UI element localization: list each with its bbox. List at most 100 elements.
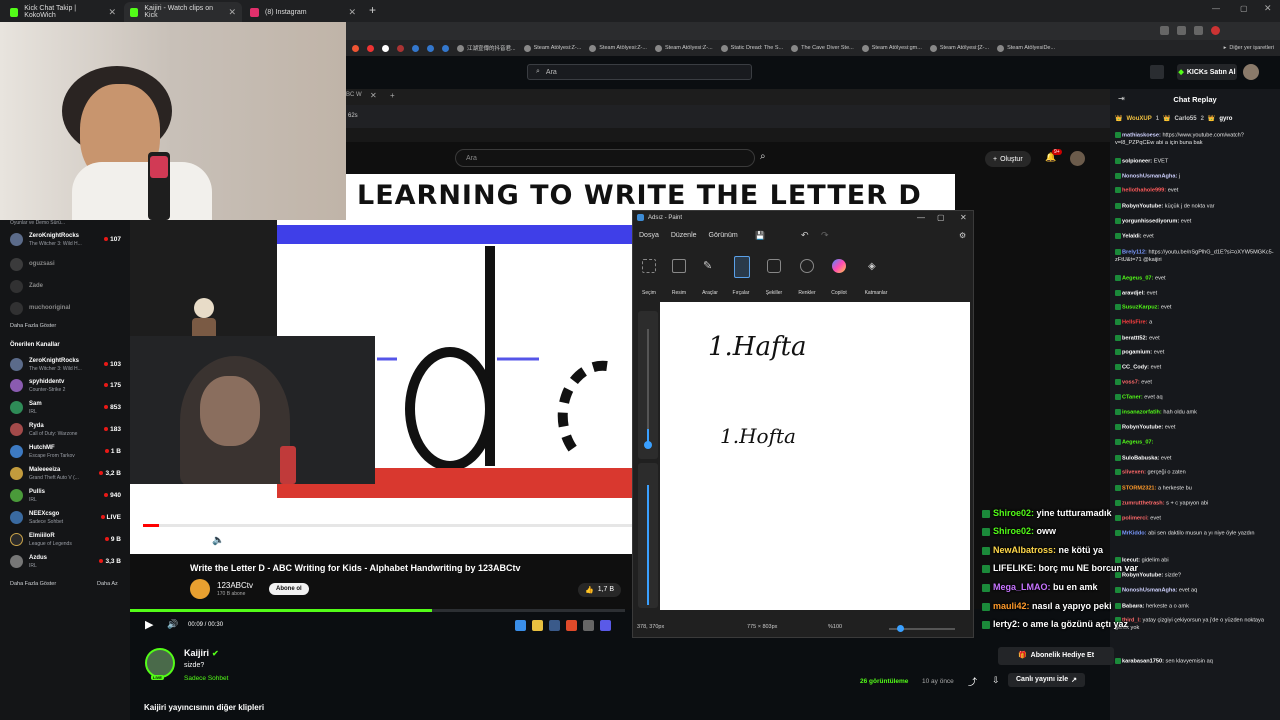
bookmark-icon[interactable]	[367, 44, 374, 52]
chat-username[interactable]: berattt52:	[1122, 335, 1148, 341]
download-icon[interactable]: ⇩	[992, 675, 1000, 686]
streamer-avatar[interactable]	[145, 648, 175, 678]
shapes-icon[interactable]	[767, 259, 781, 273]
chat-username[interactable]: SuloBabuska:	[1122, 455, 1159, 461]
zoom-level[interactable]: %100	[828, 624, 842, 630]
paint-canvas[interactable]: 1.Hafta 1.Hofta	[660, 302, 970, 610]
video-progress-bar[interactable]	[143, 524, 632, 527]
new-tab-button[interactable]: +	[390, 91, 395, 100]
steam-icon[interactable]	[549, 619, 560, 631]
bookmark-item[interactable]: Steam Atölyesi:[Z-...	[929, 44, 989, 52]
chat-username[interactable]: aravdjel:	[1122, 290, 1145, 296]
close-icon[interactable]: ✕	[228, 7, 236, 18]
close-icon[interactable]: ✕	[348, 7, 356, 18]
show-more-link[interactable]: Daha Fazla Göster	[10, 323, 56, 329]
play-icon[interactable]: ▶	[145, 618, 153, 631]
opacity-slider[interactable]	[647, 485, 649, 605]
bookmark-item[interactable]: Steam AtölyesiDe...	[997, 44, 1055, 52]
settings-icon[interactable]: ⚙	[959, 231, 966, 240]
show-less-link[interactable]: Daha Az	[97, 581, 118, 587]
chat-username[interactable]: karabasan1750:	[1122, 658, 1164, 664]
extension-icon[interactable]	[1177, 26, 1186, 35]
bookmark-icon[interactable]	[427, 44, 434, 52]
chat-username[interactable]: MrKiddo:	[1122, 530, 1147, 536]
chat-username[interactable]: STORM2321:	[1122, 485, 1156, 491]
channel-name[interactable]: 123ABCtv	[217, 581, 253, 590]
close-icon[interactable]: ✕	[960, 213, 967, 222]
kick-search-input[interactable]: ⌕ Ara	[527, 64, 752, 80]
tools-icon[interactable]: ✎	[703, 259, 717, 273]
sidebar-channel[interactable]: Maleeeeiza Grand Theft Auto V (... 3,2 B	[10, 465, 125, 485]
sidebar-channel[interactable]: muchooriginal	[10, 300, 125, 320]
tab-kaijiri[interactable]: Kaijiri - Watch clips on Kick ✕	[124, 2, 242, 22]
bookmark-icon[interactable]	[397, 44, 404, 52]
extension-icon[interactable]	[1160, 26, 1169, 35]
subscribe-button[interactable]: Abone ol	[269, 583, 309, 595]
other-bookmarks[interactable]: ▸ Diğer yer işaretleri	[1224, 45, 1280, 51]
channel-avatar[interactable]	[190, 579, 210, 599]
sidebar-channel[interactable]: NEEXcsgo Sadece Sohbet LIVE	[10, 509, 125, 529]
maximize-icon[interactable]: ▢	[937, 213, 945, 222]
chat-username[interactable]: hellothahole999:	[1122, 187, 1166, 193]
sidebar-channel[interactable]: Zade	[10, 278, 125, 298]
chat-username[interactable]: voss7:	[1122, 379, 1140, 385]
new-tab-button[interactable]: +	[369, 3, 376, 17]
menu-view[interactable]: Görünüm	[709, 232, 738, 239]
bookmark-icon[interactable]	[442, 44, 449, 52]
streamer-name[interactable]: Kaijiri	[184, 648, 209, 658]
save-icon[interactable]: 💾	[755, 231, 765, 240]
minimize-icon[interactable]: —	[917, 213, 925, 222]
chat-username[interactable]: Aegeus_07:	[1122, 439, 1153, 445]
create-button[interactable]: + Oluştur	[985, 151, 1031, 167]
menu-edit[interactable]: Düzenle	[671, 232, 697, 239]
sidebar-channel[interactable]: spyhiddentv Counter-Strike 2 175	[10, 377, 125, 397]
gift-sub-button[interactable]: 🎁 Abonelik Hediye Et	[998, 647, 1114, 665]
chat-username[interactable]: slivexen:	[1122, 469, 1146, 475]
youtube-search-input[interactable]: Ara	[455, 149, 755, 167]
sidebar-channel[interactable]: ZeroKnightRocks The Witcher 3: Wild H...…	[10, 231, 125, 251]
bookmark-item[interactable]: Steam Atölyesi:Z-...	[523, 44, 581, 52]
play-icon[interactable]: ▶	[155, 533, 165, 549]
chat-username[interactable]: HellsFire:	[1122, 319, 1148, 325]
youtube-avatar[interactable]	[1070, 151, 1085, 166]
extension-icon[interactable]	[1194, 26, 1203, 35]
watch-live-button[interactable]: Canlı yayını izle ↗	[1008, 673, 1086, 687]
chat-username[interactable]: RobynYoutube:	[1122, 424, 1163, 430]
chat-username[interactable]: RobynYoutube:	[1122, 203, 1163, 209]
chat-username[interactable]: RobynYoutube:	[1122, 572, 1163, 578]
chat-username[interactable]: Aegeus_07:	[1122, 275, 1153, 281]
selection-icon[interactable]	[642, 259, 656, 273]
chat-username[interactable]: polimerci:	[1122, 515, 1149, 521]
image-icon[interactable]	[672, 259, 686, 273]
share-icon[interactable]: ⤴	[968, 675, 977, 688]
user-avatar[interactable]	[1243, 64, 1259, 80]
bookmark-icon[interactable]	[382, 44, 389, 52]
sidebar-channel[interactable]: Sam IRL 853	[10, 399, 125, 419]
chat-username[interactable]: pogamium:	[1122, 349, 1152, 355]
bookmark-item[interactable]: Static Dread: The S...	[720, 44, 783, 52]
profile-avatar-icon[interactable]	[1211, 26, 1220, 35]
search-icon[interactable]: ⌕	[760, 151, 766, 162]
chat-username[interactable]: zumrutthetrash:	[1122, 500, 1165, 506]
discord-icon[interactable]	[600, 619, 611, 631]
brave-icon[interactable]	[566, 619, 577, 631]
sidebar-channel[interactable]: HutchMF Escape From Tarkov 1 B	[10, 443, 125, 463]
folder-icon[interactable]	[532, 619, 543, 631]
menu-file[interactable]: Dosya	[639, 232, 659, 239]
brush-icon[interactable]	[734, 256, 750, 278]
chat-username[interactable]: NonoshUsmanAgha:	[1122, 173, 1177, 179]
show-more-link[interactable]: Daha Fazla Göster	[10, 581, 56, 587]
close-icon[interactable]: ✕	[370, 91, 377, 100]
layers-icon[interactable]: ◈	[868, 261, 882, 275]
volume-icon[interactable]: 🔈	[212, 535, 224, 546]
undo-icon[interactable]: ↶	[801, 230, 809, 241]
sidebar-channel[interactable]: oguzsasi	[10, 256, 125, 276]
youtube-address-bar[interactable]: 62s	[346, 105, 1110, 128]
bookmark-item[interactable]: 江湖宣傳的抖音君...	[457, 44, 516, 52]
minimize-icon[interactable]: —	[1212, 4, 1220, 13]
like-button[interactable]: 👍 1,7 B	[578, 583, 622, 597]
bookmark-item[interactable]: The Cave Diver Ste...	[791, 44, 854, 52]
clip-category[interactable]: Sadece Sohbet	[184, 675, 228, 682]
bookmark-item[interactable]: Steam Atölyesi:gm...	[861, 44, 922, 52]
bookmark-icon[interactable]	[412, 44, 419, 52]
